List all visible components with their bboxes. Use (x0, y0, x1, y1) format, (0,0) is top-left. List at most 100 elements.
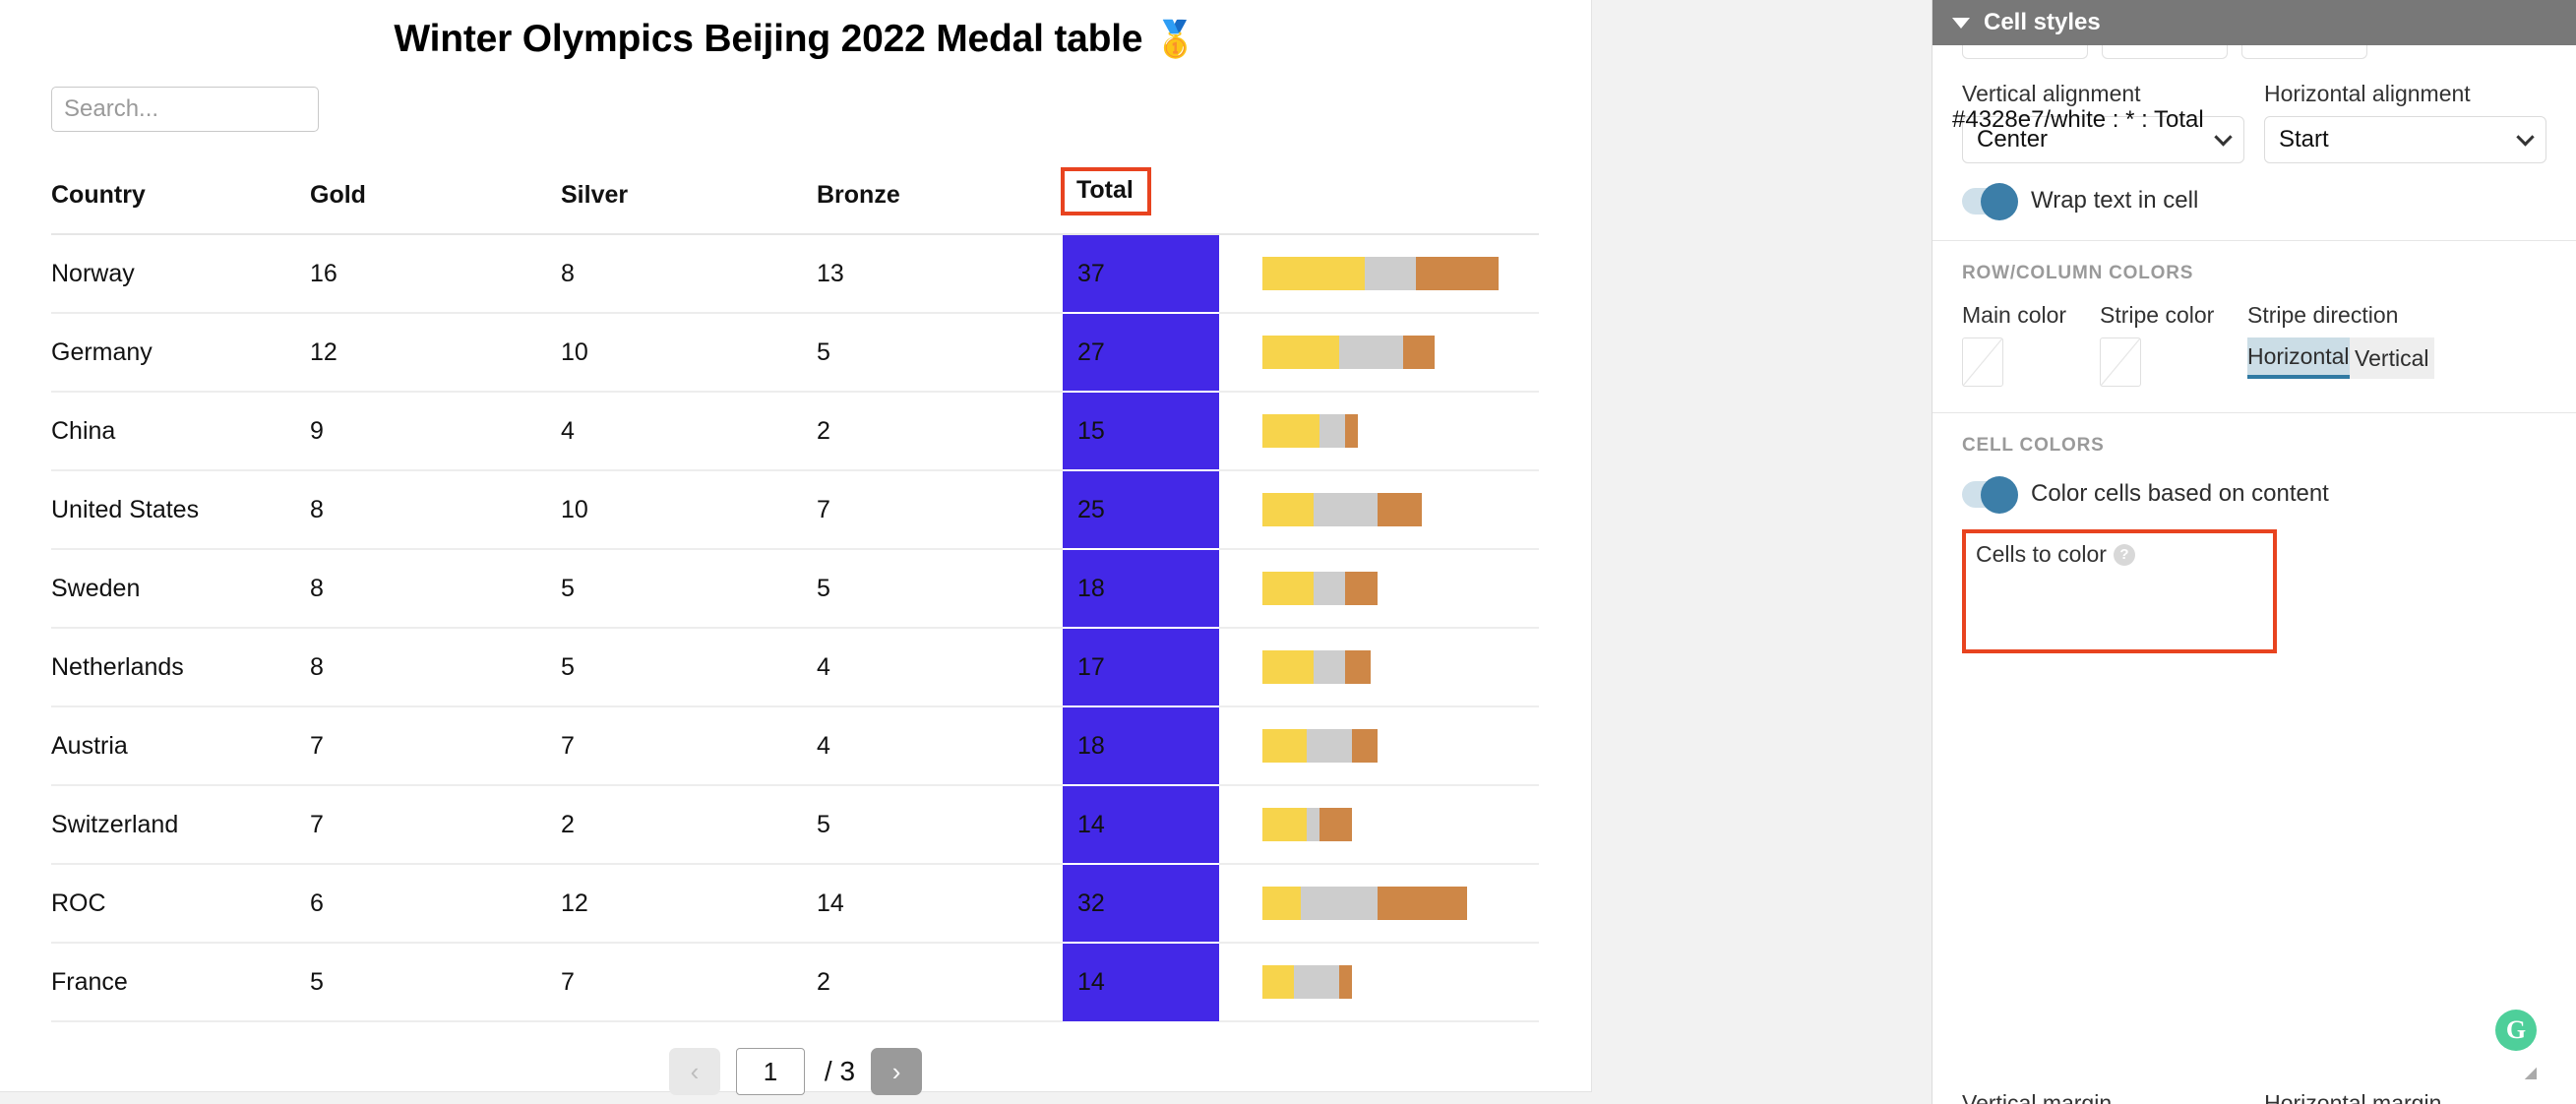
wrap-text-toggle[interactable] (1962, 182, 2018, 220)
page-number-input[interactable] (735, 1048, 805, 1095)
cell-stacked-bar (1219, 785, 1539, 865)
help-icon[interactable]: ? (2113, 543, 2135, 566)
stripe-direction-group: Stripe direction Horizontal Vertical (2247, 302, 2546, 387)
stacked-bar-segment-silver (1307, 729, 1352, 763)
stacked-bar (1262, 257, 1499, 290)
stripe-direction-horizontal-button[interactable]: Horizontal (2247, 337, 2350, 379)
chart-title-text: Winter Olympics Beijing 2022 Medal table (394, 18, 1143, 60)
chart-card: Winter Olympics Beijing 2022 Medal table… (0, 0, 1592, 1095)
clipped-inputs-row (1962, 45, 2546, 59)
row-column-colors-section-title: ROW/COLUMN COLORS (1962, 263, 2194, 283)
stacked-bar-segment-bronze (1351, 729, 1378, 763)
stripe-direction-label: Stripe direction (2247, 302, 2399, 328)
toggle-knob (1981, 475, 2018, 514)
table-row: China 9 4 2 15 (51, 392, 1539, 471)
horizontal-alignment-label: Horizontal alignment (2264, 81, 2471, 106)
cell-stacked-bar (1219, 628, 1539, 707)
cell-bronze: 7 (817, 470, 1063, 550)
cell-silver: 12 (561, 864, 817, 944)
cell-bronze: 13 (817, 234, 1063, 314)
stacked-bar-segment-silver (1313, 650, 1346, 684)
stacked-bar-segment-bronze (1345, 650, 1372, 684)
table-row: Norway 16 8 13 37 (51, 234, 1539, 314)
cell-country: United States (51, 470, 310, 550)
vertical-alignment-label: Vertical alignment (1962, 81, 2141, 106)
cells-to-color-label-row: Cells to color ? (1976, 541, 2273, 568)
cell-bronze: 14 (817, 864, 1063, 944)
column-header-gold[interactable]: Gold (310, 167, 561, 235)
horizontal-alignment-group: Horizontal alignment Start (2264, 81, 2546, 163)
stripe-color-label: Stripe color (2100, 302, 2215, 328)
stacked-bar-segment-bronze (1345, 414, 1359, 448)
next-page-button[interactable]: › (871, 1048, 923, 1095)
stacked-bar-segment-gold (1262, 257, 1365, 290)
toggle-knob (1981, 182, 2018, 220)
table-head: Country Gold Silver Bronze Total (51, 167, 1539, 235)
column-header-bronze[interactable]: Bronze (817, 167, 1063, 235)
cells-to-color-label: Cells to color (1976, 541, 2107, 567)
cell-total: 37 (1063, 234, 1219, 314)
horizontal-alignment-value: Start (2279, 126, 2329, 153)
stacked-bar-segment-gold (1262, 493, 1314, 526)
divider-1 (1932, 240, 2576, 241)
stripe-direction-vertical-button[interactable]: Vertical (2349, 337, 2434, 379)
horizontal-alignment-select[interactable]: Start (2264, 116, 2546, 163)
table-row: Netherlands 8 5 4 17 (51, 628, 1539, 707)
grammarly-icon[interactable]: G (2495, 1010, 2537, 1051)
cell-silver: 2 (561, 785, 817, 865)
cell-bronze: 4 (817, 628, 1063, 707)
cell-total: 17 (1063, 628, 1219, 707)
stacked-bar-segment-bronze (1345, 572, 1378, 605)
color-cells-by-content-toggle[interactable] (1962, 475, 2018, 514)
cell-bronze: 4 (817, 706, 1063, 786)
cells-to-color-highlight: Cells to color ? (1962, 529, 2277, 653)
cell-country: Norway (51, 234, 310, 314)
cell-bronze: 2 (817, 392, 1063, 471)
cell-gold: 7 (310, 785, 561, 865)
search-row (51, 87, 1540, 132)
cell-bronze: 5 (817, 549, 1063, 629)
wrap-text-label: Wrap text in cell (2031, 187, 2199, 214)
clipped-input-3[interactable] (2241, 45, 2367, 59)
cell-silver: 10 (561, 470, 817, 550)
stacked-bar-segment-silver (1307, 808, 1320, 841)
resize-grip-icon[interactable]: ◢ (2525, 1063, 2537, 1082)
table-row: Sweden 8 5 5 18 (51, 549, 1539, 629)
cell-total: 32 (1063, 864, 1219, 944)
main-color-group: Main color (1962, 302, 2080, 387)
cell-total: 27 (1063, 313, 1219, 393)
previous-page-button[interactable]: ‹ (668, 1048, 720, 1095)
stripe-color-group: Stripe color (2100, 302, 2228, 387)
stacked-bar-segment-gold (1262, 887, 1301, 920)
search-input[interactable] (51, 87, 319, 132)
cell-gold: 8 (310, 470, 561, 550)
main-color-swatch[interactable] (1962, 337, 2003, 387)
cell-silver: 8 (561, 234, 817, 314)
row-column-colors-row: Main color Stripe color Stripe direction… (1962, 302, 2546, 387)
cell-country: Sweden (51, 549, 310, 629)
column-header-bar (1219, 167, 1539, 235)
stripe-direction-segmented: Horizontal Vertical (2247, 337, 2434, 379)
stacked-bar-segment-bronze (1319, 808, 1352, 841)
wrap-text-row: Wrap text in cell (1962, 182, 2546, 220)
stacked-bar-segment-silver (1313, 493, 1378, 526)
stripe-color-swatch[interactable] (2100, 337, 2141, 387)
cell-silver: 5 (561, 549, 817, 629)
cell-country: France (51, 943, 310, 1022)
stacked-bar-segment-bronze (1402, 336, 1436, 369)
cell-styles-panel-header[interactable]: Cell styles (1932, 0, 2576, 45)
column-header-country[interactable]: Country (51, 167, 310, 235)
horizontal-margin-label: Horizontal margin (2264, 1090, 2442, 1104)
stacked-bar-segment-gold (1262, 965, 1295, 999)
stacked-bar (1262, 414, 1359, 448)
column-header-total[interactable]: Total (1061, 167, 1219, 235)
chevron-down-icon[interactable] (1952, 17, 1970, 29)
cell-bronze: 5 (817, 313, 1063, 393)
column-header-silver[interactable]: Silver (561, 167, 817, 235)
stacked-bar (1262, 729, 1378, 763)
clipped-input-2[interactable] (2102, 45, 2228, 59)
color-by-content-row: Color cells based on content (1962, 475, 2546, 514)
table-row: ROC 6 12 14 32 (51, 864, 1539, 944)
cell-total: 18 (1063, 706, 1219, 786)
clipped-input-1[interactable] (1962, 45, 2088, 59)
